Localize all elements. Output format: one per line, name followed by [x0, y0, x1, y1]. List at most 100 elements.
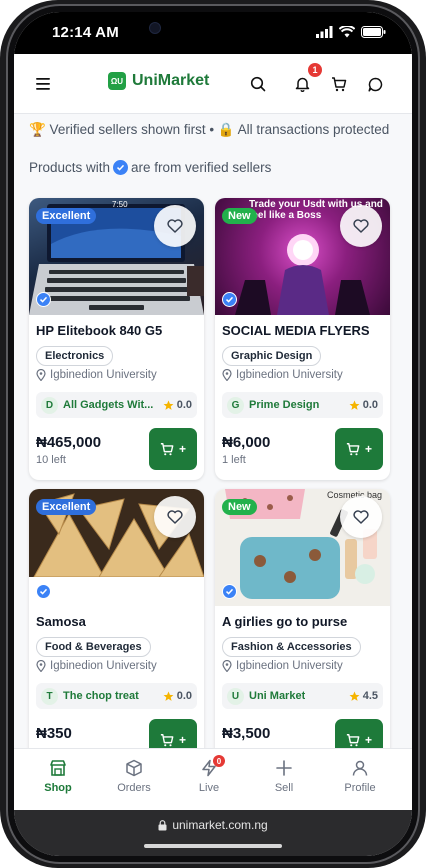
nav-sell-label: Sell [274, 782, 294, 794]
notification-count-badge: 1 [308, 63, 322, 77]
category-chip[interactable]: Electronics [36, 346, 114, 366]
stock-left: 1 left [222, 454, 246, 466]
location: Igbinedion University [36, 369, 157, 381]
signal-icon [316, 26, 333, 38]
product-price: ₦3,500 [222, 725, 271, 742]
heart-icon [167, 219, 183, 233]
location: Igbinedion University [222, 369, 343, 381]
brand-logo-link[interactable]: ΩU UniMarket [108, 72, 209, 90]
seller-avatar: T [41, 687, 58, 705]
add-label: + [364, 442, 372, 456]
menu-button[interactable] [31, 72, 55, 96]
product-title[interactable]: A girlies go to purse [222, 614, 347, 629]
live-count-badge: 0 [213, 755, 225, 767]
favorite-button[interactable] [154, 205, 196, 247]
product-feed[interactable]: 🏆 Verified sellers shown first • 🔒 All t… [14, 114, 412, 748]
product-title[interactable]: HP Elitebook 840 G5 [36, 323, 162, 338]
bottom-nav: Shop Orders 0 Live Sell Profile [14, 748, 412, 810]
verified-seller-icon [36, 584, 51, 599]
trust-notice: 🏆 Verified sellers shown first • 🔒 All t… [29, 122, 390, 137]
category-chip[interactable]: Fashion & Accessories [222, 637, 361, 657]
star-icon [163, 400, 174, 410]
verified-seller-icon [36, 292, 51, 307]
add-to-cart-button[interactable]: + [335, 719, 383, 748]
verified-legend: Products with are from verified sellers [29, 160, 271, 175]
heart-icon [353, 219, 369, 233]
verified-seller-icon [222, 292, 237, 307]
product-price: ₦6,000 [222, 434, 271, 451]
seller-rating: 0.0 [163, 399, 192, 411]
home-indicator[interactable] [144, 844, 282, 848]
star-icon [349, 691, 360, 701]
location-pin-icon [222, 369, 232, 381]
product-price: ₦350 [36, 725, 72, 742]
search-icon [250, 76, 266, 92]
battery-icon [361, 26, 386, 38]
product-image: Cosmetic bag New [215, 489, 390, 606]
seller-row[interactable]: G Prime Design 0.0 [222, 392, 383, 418]
laptop-screen-clock: 7:50 [112, 200, 128, 209]
seller-row[interactable]: U Uni Market 4.5 [222, 683, 383, 709]
category-chip[interactable]: Food & Beverages [36, 637, 151, 657]
seller-name: All Gadgets Wit... [63, 399, 154, 411]
screen: 12:14 AM ΩU UniMarket 1 🏆 Verified selle… [14, 12, 412, 856]
nav-shop-label: Shop [44, 782, 72, 794]
product-card[interactable]: 7:50 Excellent HP Elitebook 840 G5 Elect… [29, 198, 204, 480]
add-to-cart-button[interactable]: + [335, 428, 383, 470]
category-chip[interactable]: Graphic Design [222, 346, 322, 366]
search-button[interactable] [246, 72, 270, 96]
status-time: 12:14 AM [52, 24, 119, 41]
cart-icon [332, 77, 347, 92]
product-card[interactable]: Cosmetic bag New A girlies go to purse F… [215, 489, 390, 748]
cart-icon [346, 443, 360, 456]
seller-rating: 0.0 [349, 399, 378, 411]
nav-shop[interactable]: Shop [28, 759, 88, 794]
notifications-button[interactable]: 1 [290, 63, 322, 96]
condition-badge: Excellent [36, 208, 97, 224]
favorite-button[interactable] [340, 205, 382, 247]
favorite-button[interactable] [340, 496, 382, 538]
cart-icon [160, 734, 174, 747]
seller-row[interactable]: D All Gadgets Wit... 0.0 [36, 392, 197, 418]
nav-orders[interactable]: Orders [104, 759, 164, 794]
location-label: Igbinedion University [50, 369, 157, 381]
verified-check-icon [113, 160, 129, 175]
location: Igbinedion University [222, 660, 343, 672]
url-text: unimarket.com.ng [172, 818, 268, 832]
product-title[interactable]: Samosa [36, 614, 86, 629]
heart-icon [167, 510, 183, 524]
seller-name: Prime Design [249, 399, 320, 411]
product-title[interactable]: SOCIAL MEDIA FLYERS [222, 323, 370, 338]
add-label: + [178, 733, 186, 747]
product-card[interactable]: Excellent Samosa Food & Beverages Igbine… [29, 489, 204, 748]
verified-legend-prefix: Products with [29, 160, 111, 175]
seller-name: Uni Market [249, 690, 306, 702]
status-icons [316, 26, 386, 38]
nav-live[interactable]: 0 Live [179, 755, 239, 794]
nav-profile-label: Profile [344, 782, 376, 794]
camera-icon [149, 22, 161, 34]
star-icon [163, 691, 174, 701]
nav-sell[interactable]: Sell [254, 759, 314, 794]
seller-row[interactable]: T The chop treat 0.0 [36, 683, 197, 709]
location-pin-icon [36, 660, 46, 672]
product-card[interactable]: Trade your Usdt with us and feel like a … [215, 198, 390, 480]
chat-bubble-icon [367, 77, 382, 92]
rating-value: 0.0 [176, 690, 192, 702]
messages-button[interactable] [363, 72, 387, 96]
dynamic-island [135, 12, 283, 44]
condition-badge: New [222, 499, 257, 515]
product-price: ₦465,000 [36, 434, 102, 451]
bell-icon [295, 77, 309, 92]
add-label: + [178, 442, 186, 456]
cart-header-button[interactable] [327, 72, 351, 96]
nav-profile[interactable]: Profile [330, 759, 390, 794]
add-to-cart-button[interactable]: + [149, 719, 197, 748]
nav-live-label: Live [198, 782, 220, 794]
url-bar[interactable]: unimarket.com.ng [14, 818, 412, 832]
status-bar: 12:14 AM [14, 12, 412, 54]
browser-bar: unimarket.com.ng [14, 810, 412, 856]
seller-rating: 0.0 [163, 690, 192, 702]
favorite-button[interactable] [154, 496, 196, 538]
add-to-cart-button[interactable]: + [149, 428, 197, 470]
